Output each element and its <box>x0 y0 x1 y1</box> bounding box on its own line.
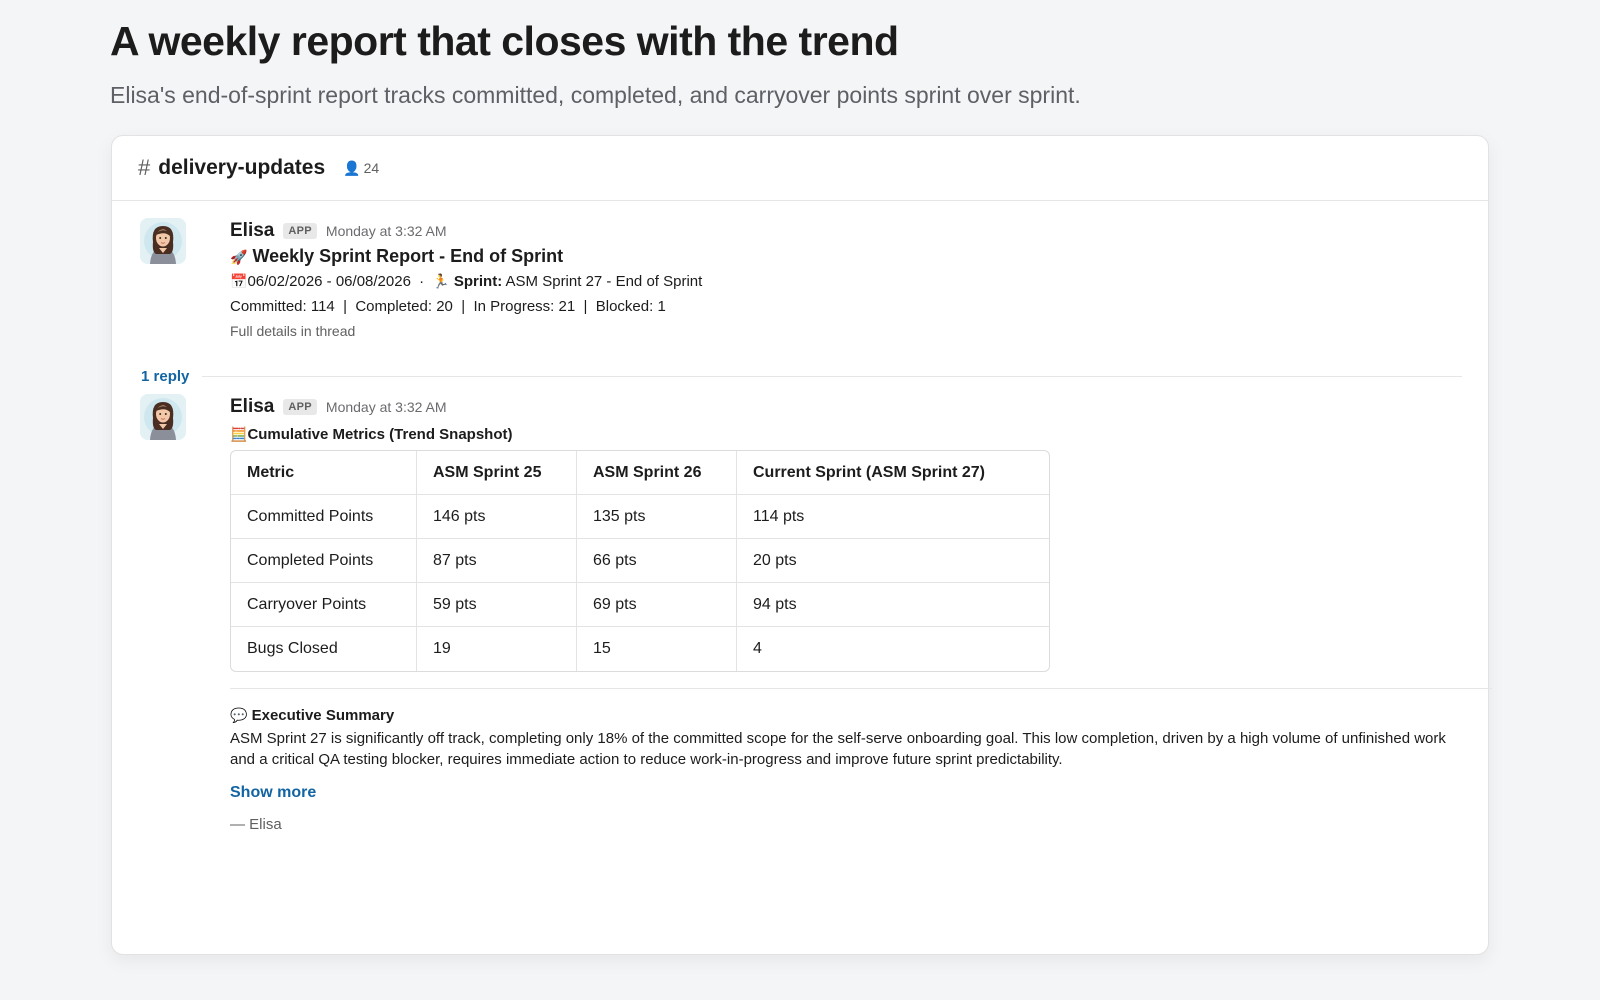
date-range: 06/02/2026 - 06/08/2026 <box>247 273 411 290</box>
meta-separator: · <box>419 273 425 290</box>
channel-panel: # delivery-updates 👤 24 Elisa APP Monday… <box>111 135 1492 955</box>
signoff: — Elisa <box>230 816 282 833</box>
table-row: Bugs Closed 19 15 4 <box>231 627 1049 671</box>
details-note: Full details in thread <box>230 323 356 339</box>
message-timestamp[interactable]: Monday at 3:32 AM <box>326 223 447 239</box>
app-badge: APP <box>283 399 317 415</box>
table-cell: 19 <box>417 627 577 671</box>
column-header: ASM Sprint 26 <box>577 451 737 495</box>
table-cell: 114 pts <box>737 495 1049 539</box>
table-row: Committed Points 146 pts 135 pts 114 pts <box>231 495 1049 539</box>
author-name[interactable]: Elisa <box>230 396 274 418</box>
table-row: Completed Points 87 pts 66 pts 20 pts <box>231 539 1049 583</box>
show-more-link[interactable]: Show more <box>230 784 1480 802</box>
runner-icon: 🏃 <box>432 274 450 290</box>
summary-title: 💬 Executive Summary <box>230 707 1480 724</box>
avatar[interactable] <box>140 394 186 440</box>
summary-title-text: Executive Summary <box>251 707 395 724</box>
column-header: Metric <box>231 451 417 495</box>
app-badge: APP <box>283 223 317 239</box>
rocket-icon: 🚀 <box>230 250 248 266</box>
metrics-title-text: Cumulative Metrics (Trend Snapshot) <box>247 426 513 443</box>
abacus-icon: 🧮 <box>230 427 248 443</box>
speech-bubble-icon: 💬 <box>230 708 248 724</box>
page-title: A weekly report that closes with the tre… <box>110 18 899 64</box>
table-cell: 66 pts <box>577 539 737 583</box>
person-icon: 👤 <box>343 159 361 176</box>
report-title-text: Weekly Sprint Report - End of Sprint <box>252 246 564 266</box>
metrics-table: Metric ASM Sprint 25 ASM Sprint 26 Curre… <box>230 450 1050 672</box>
section-divider <box>230 688 1492 689</box>
author-name[interactable]: Elisa <box>230 220 274 242</box>
message-body: Elisa APP Monday at 3:32 AM 🧮Cumulative … <box>230 394 1492 833</box>
table-cell: Carryover Points <box>231 583 417 627</box>
avatar[interactable] <box>140 218 186 264</box>
sprint-value: ASM Sprint 27 - End of Sprint <box>505 273 703 290</box>
sprint-meta-line: 📅06/02/2026 - 06/08/2026 · 🏃 Sprint: ASM… <box>230 273 1480 290</box>
member-count-button[interactable]: 👤 24 <box>343 160 379 177</box>
channel-hash-icon: # <box>138 155 151 180</box>
table-cell: 94 pts <box>737 583 1049 627</box>
table-cell: Completed Points <box>231 539 417 583</box>
thread-divider <box>202 376 1462 377</box>
table-cell: 20 pts <box>737 539 1049 583</box>
table-cell: 135 pts <box>577 495 737 539</box>
table-cell: 59 pts <box>417 583 577 627</box>
calendar-icon: 📅 <box>230 274 248 290</box>
table-cell: 87 pts <box>417 539 577 583</box>
column-header: Current Sprint (ASM Sprint 27) <box>737 451 1049 495</box>
message-body: Elisa APP Monday at 3:32 AM 🚀 Weekly Spr… <box>230 218 1480 339</box>
channel-header: # delivery-updates 👤 24 <box>112 136 1488 201</box>
column-header: ASM Sprint 25 <box>417 451 577 495</box>
sprint-label: Sprint: <box>453 273 503 290</box>
report-title: 🚀 Weekly Sprint Report - End of Sprint <box>230 246 1480 267</box>
table-cell: 146 pts <box>417 495 577 539</box>
table-cell: 4 <box>753 640 762 657</box>
table-row: Carryover Points 59 pts 69 pts 94 pts <box>231 583 1049 627</box>
metrics-title: 🧮Cumulative Metrics (Trend Snapshot) <box>230 426 1480 443</box>
page-subtitle: Elisa's end-of-sprint report tracks comm… <box>110 82 1081 108</box>
summary-text: ASM Sprint 27 is significantly off track… <box>230 730 1446 768</box>
table-cell: Bugs Closed <box>231 627 417 671</box>
member-count: 24 <box>363 160 380 176</box>
table-cell: 15 <box>577 627 737 671</box>
table-cell: Committed Points <box>231 495 417 539</box>
table-cell: 69 pts <box>577 583 737 627</box>
table-header-row: Metric ASM Sprint 25 ASM Sprint 26 Curre… <box>231 451 1049 495</box>
message-timestamp[interactable]: Monday at 3:32 AM <box>326 399 447 415</box>
thread-reply-link[interactable]: 1 reply <box>141 368 189 385</box>
channel-name[interactable]: delivery-updates <box>158 156 325 180</box>
sprint-stats: Committed: 114 | Completed: 20 | In Prog… <box>230 298 666 315</box>
